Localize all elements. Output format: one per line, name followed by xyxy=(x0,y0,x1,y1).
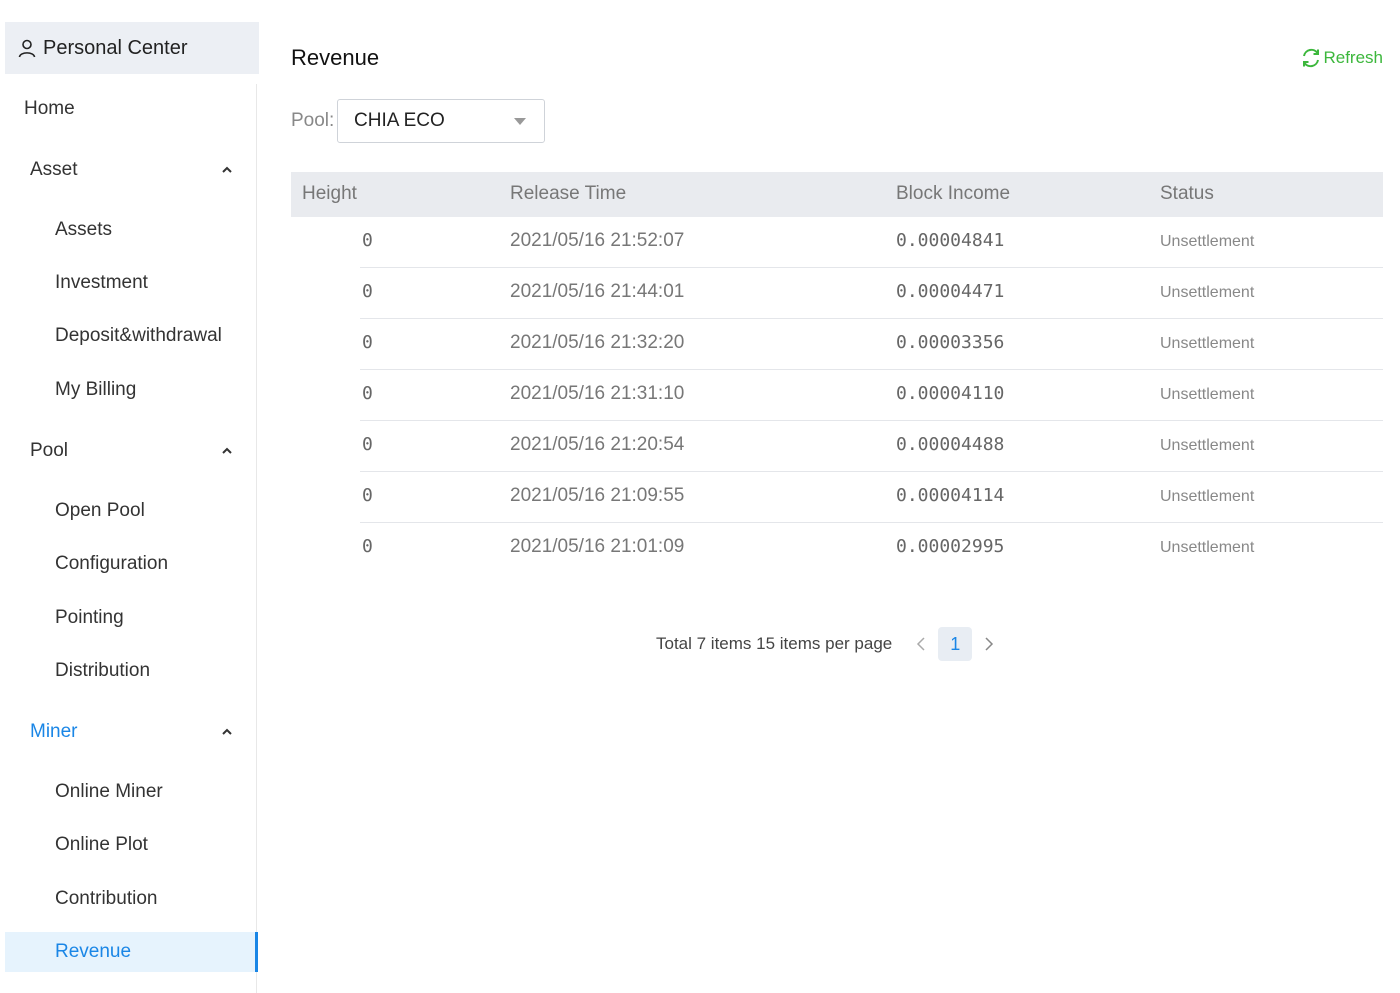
cell-height: 0 xyxy=(362,383,373,404)
cell-release-time: 2021/05/16 21:20:54 xyxy=(510,434,685,455)
cell-status: Unsettlement xyxy=(1160,437,1255,454)
sidebar-item-my-billing[interactable]: My Billing xyxy=(5,370,257,410)
cell-status: Unsettlement xyxy=(1160,386,1255,403)
sidebar-item-label: Contribution xyxy=(55,888,158,909)
sidebar-item-label: Pointing xyxy=(55,607,124,628)
refresh-label: Refresh xyxy=(1323,48,1383,67)
sidebar-group-asset[interactable]: Asset xyxy=(5,150,257,190)
sidebar-item-revenue[interactable]: Revenue xyxy=(5,932,258,972)
table-row: 0 2021/05/16 21:32:20 0.00003356 Unsettl… xyxy=(360,319,1383,370)
sidebar-item-label: Home xyxy=(24,98,75,119)
refresh-icon xyxy=(1303,48,1320,68)
cell-release-time: 2021/05/16 21:52:07 xyxy=(510,230,685,251)
column-header-release-time: Release Time xyxy=(510,183,627,204)
user-icon xyxy=(18,39,36,58)
cell-block-income: 0.00004110 xyxy=(896,383,1005,404)
table-header: Height Release Time Block Income Status xyxy=(291,172,1383,217)
sidebar-item-label: Revenue xyxy=(55,941,132,962)
sidebar-item-online-plot[interactable]: Online Plot xyxy=(5,825,257,865)
sidebar-group-pool[interactable]: Pool xyxy=(5,431,257,471)
table-row: 0 2021/05/16 21:52:07 0.00004841 Unsettl… xyxy=(360,217,1383,268)
sidebar-header-label: Personal Center xyxy=(43,36,188,59)
cell-block-income: 0.00003356 xyxy=(896,332,1005,353)
pool-label: Pool: xyxy=(291,110,335,131)
table-row: 0 2021/05/16 21:20:54 0.00004488 Unsettl… xyxy=(360,421,1383,472)
column-header-block-income: Block Income xyxy=(896,183,1011,204)
cell-height: 0 xyxy=(362,281,373,302)
chevron-up-icon xyxy=(222,728,232,735)
cell-block-income: 0.00004488 xyxy=(896,434,1005,455)
chevron-up-icon xyxy=(222,166,232,173)
sidebar-item-open-pool[interactable]: Open Pool xyxy=(5,491,257,531)
sidebar-item-label: Pool xyxy=(30,440,69,461)
cell-height: 0 xyxy=(362,332,373,353)
cell-block-income: 0.00004471 xyxy=(896,281,1005,302)
chevron-up-icon xyxy=(222,447,232,454)
sidebar-header[interactable]: Personal Center xyxy=(5,22,259,74)
sidebar-item-label: Open Pool xyxy=(55,500,145,521)
pagination-total: Total 7 items 15 items per page xyxy=(656,634,893,653)
cell-status: Unsettlement xyxy=(1160,488,1255,505)
sidebar-item-home[interactable]: Home xyxy=(5,89,257,129)
next-page-button[interactable] xyxy=(978,633,1000,655)
refresh-button[interactable]: Refresh xyxy=(1300,47,1383,69)
table-row: 0 2021/05/16 21:31:10 0.00004110 Unsettl… xyxy=(360,370,1383,421)
cell-height: 0 xyxy=(362,536,373,557)
revenue-table: Height Release Time Block Income Status … xyxy=(291,172,1383,574)
cell-release-time: 2021/05/16 21:32:20 xyxy=(510,332,685,353)
cell-status: Unsettlement xyxy=(1160,335,1255,352)
cell-height: 0 xyxy=(362,434,373,455)
sidebar-item-assets[interactable]: Assets xyxy=(5,210,257,250)
sidebar-item-label: Distribution xyxy=(55,660,151,681)
sidebar-item-label: Configuration xyxy=(55,553,169,574)
sidebar-item-label: Asset xyxy=(30,159,78,180)
sidebar-item-label: Miner xyxy=(30,721,78,742)
sidebar-group-miner[interactable]: Miner xyxy=(5,712,257,752)
cell-status: Unsettlement xyxy=(1160,233,1255,250)
prev-page-button[interactable] xyxy=(910,633,932,655)
cell-block-income: 0.00004841 xyxy=(896,230,1005,251)
sidebar-item-label: Online Plot xyxy=(55,834,148,855)
sidebar-item-contribution[interactable]: Contribution xyxy=(5,879,257,919)
sidebar-item-deposit-withdrawal[interactable]: Deposit&withdrawal xyxy=(5,316,257,356)
column-header-height: Height xyxy=(302,183,357,204)
sidebar-item-label: Investment xyxy=(55,272,148,293)
cell-release-time: 2021/05/16 21:01:09 xyxy=(510,536,685,557)
table-body: 0 2021/05/16 21:52:07 0.00004841 Unsettl… xyxy=(291,217,1383,574)
table-row: 0 2021/05/16 21:09:55 0.00004114 Unsettl… xyxy=(360,472,1383,523)
pagination: Total 7 items 15 items per page 1 xyxy=(656,627,1000,661)
sidebar-menu: Home Asset Assets Investment Deposit&wit… xyxy=(5,84,258,993)
cell-height: 0 xyxy=(362,485,373,506)
chevron-left-icon xyxy=(917,637,925,651)
chevron-right-icon xyxy=(985,637,994,651)
sidebar-item-pointing[interactable]: Pointing xyxy=(5,598,257,638)
pool-select-value: CHIA ECO xyxy=(354,110,445,131)
page-number-button[interactable]: 1 xyxy=(938,627,973,661)
cell-block-income: 0.00004114 xyxy=(896,485,1005,506)
cell-release-time: 2021/05/16 21:31:10 xyxy=(510,383,685,404)
cell-release-time: 2021/05/16 21:09:55 xyxy=(510,485,685,506)
sidebar-item-label: Deposit&withdrawal xyxy=(55,325,222,346)
caret-down-icon xyxy=(514,118,526,125)
sidebar-item-distribution[interactable]: Distribution xyxy=(5,651,257,691)
page-title: Revenue xyxy=(291,45,380,70)
table-row: 0 2021/05/16 21:01:09 0.00002995 Unsettl… xyxy=(360,523,1383,574)
sidebar: Personal Center Home Asset Assets Invest… xyxy=(5,22,259,993)
sidebar-item-online-miner[interactable]: Online Miner xyxy=(5,772,257,812)
table-row: 0 2021/05/16 21:44:01 0.00004471 Unsettl… xyxy=(360,268,1383,319)
cell-status: Unsettlement xyxy=(1160,284,1255,301)
column-header-status: Status xyxy=(1160,183,1214,204)
sidebar-item-label: Online Miner xyxy=(55,781,163,802)
pool-select[interactable]: CHIA ECO xyxy=(337,99,545,143)
cell-block-income: 0.00002995 xyxy=(896,536,1005,557)
cell-height: 0 xyxy=(362,230,373,251)
sidebar-item-investment[interactable]: Investment xyxy=(5,263,257,303)
cell-status: Unsettlement xyxy=(1160,539,1255,556)
sidebar-item-label: Assets xyxy=(55,219,113,240)
sidebar-item-configuration[interactable]: Configuration xyxy=(5,544,257,584)
sidebar-item-label: My Billing xyxy=(55,379,137,400)
cell-release-time: 2021/05/16 21:44:01 xyxy=(510,281,685,302)
